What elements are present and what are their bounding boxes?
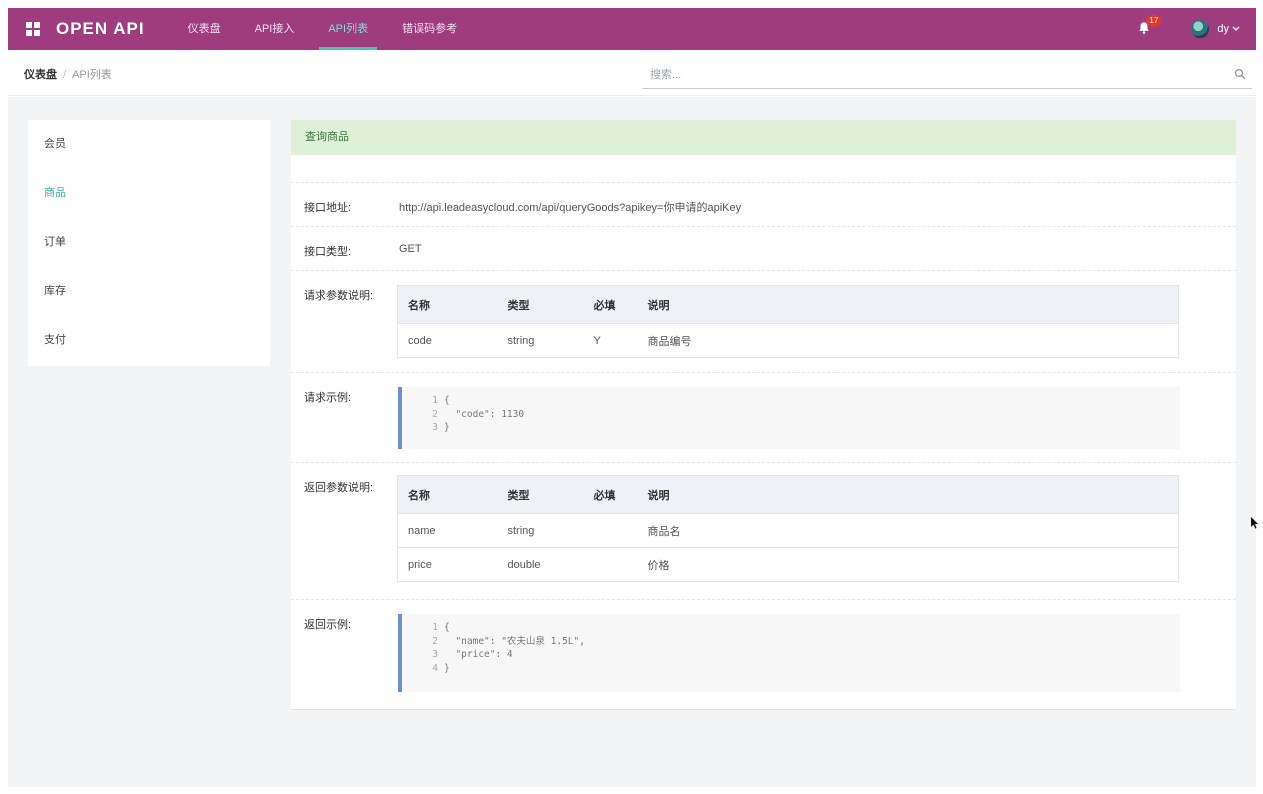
- chevron-down-icon: [1232, 26, 1240, 31]
- breadcrumb: 仪表盘 / API列表: [24, 66, 112, 82]
- code-line: 2 "name": "农夫山泉 1.5L",: [432, 635, 585, 647]
- category-orders[interactable]: 订单: [28, 218, 270, 267]
- col-desc: 说明: [637, 475, 1179, 514]
- response-params-row: 返回参数说明: 名称 类型 必填 说明 name string 商品名 pric…: [291, 463, 1236, 600]
- cell-type: double: [497, 547, 584, 582]
- response-params-table: 名称 类型 必填 说明 name string 商品名 price double…: [397, 475, 1179, 582]
- table-row: code string Y 商品编号: [397, 323, 1179, 358]
- method-label: 接口类型:: [304, 246, 352, 258]
- url-value: http://api.leadeasycloud.com/api/queryGo…: [399, 202, 742, 214]
- cell-name: code: [397, 323, 498, 358]
- breadcrumb-home[interactable]: 仪表盘: [24, 69, 57, 81]
- table-header-row: 名称 类型 必填 说明: [397, 475, 1179, 514]
- nav-api-access[interactable]: API接入: [238, 8, 312, 50]
- search-input[interactable]: [642, 63, 1222, 87]
- apps-grid-icon[interactable]: [26, 22, 40, 36]
- category-member[interactable]: 会员: [28, 120, 270, 169]
- nav-dashboard[interactable]: 仪表盘: [171, 8, 238, 50]
- col-type: 类型: [497, 285, 584, 324]
- table-row: price double 价格: [397, 547, 1179, 582]
- category-inventory[interactable]: 库存: [28, 267, 270, 316]
- col-type: 类型: [497, 475, 584, 514]
- cell-required: [583, 513, 638, 548]
- cell-type: string: [497, 323, 584, 358]
- url-row: 接口地址: http://api.leadeasycloud.com/api/q…: [291, 183, 1236, 227]
- cell-desc: 商品名: [637, 513, 1179, 548]
- cell-name: name: [397, 513, 498, 548]
- main-nav: 仪表盘 API接入 API列表 错误码参考: [171, 8, 474, 50]
- response-params-label: 返回参数说明:: [304, 482, 374, 494]
- code-line: 3 "price": 4: [432, 649, 513, 660]
- search-box: [642, 63, 1252, 89]
- response-example-code: 1{ 2 "name": "农夫山泉 1.5L", 3 "price": 4 4…: [398, 614, 1180, 692]
- top-right-tools: 17 dy: [1137, 8, 1256, 50]
- col-required: 必填: [583, 475, 638, 514]
- method-row: 接口类型: GET: [291, 227, 1236, 271]
- cell-required: [583, 547, 638, 582]
- breadcrumb-current: API列表: [72, 69, 112, 81]
- top-navbar: OPEN API 仪表盘 API接入 API列表 错误码参考 17 dy: [8, 8, 1256, 50]
- main-content: 会员 商品 订单 库存 支付 查询商品 接口地址: http://api.lea…: [8, 97, 1256, 787]
- col-name: 名称: [397, 475, 498, 514]
- request-params-row: 请求参数说明: 名称 类型 必填 说明 code string Y 商品编号: [291, 271, 1236, 373]
- category-menu: 会员 商品 订单 库存 支付: [28, 120, 270, 366]
- method-value: GET: [399, 243, 422, 255]
- request-example-code: 1{ 2 "code": 1130 3}: [398, 387, 1180, 449]
- col-required: 必填: [583, 285, 638, 324]
- notification-badge: 17: [1146, 15, 1162, 27]
- cell-desc: 价格: [637, 547, 1179, 582]
- request-example-label: 请求示例:: [304, 392, 352, 404]
- mouse-cursor-icon: [1251, 517, 1259, 529]
- category-goods[interactable]: 商品: [28, 169, 270, 218]
- brand-logo[interactable]: OPEN API: [56, 19, 145, 39]
- code-line: 1{: [432, 622, 450, 633]
- table-header-row: 名称 类型 必填 说明: [397, 285, 1179, 324]
- cell-desc: 商品编号: [637, 323, 1179, 358]
- col-name: 名称: [397, 285, 498, 324]
- request-params-table: 名称 类型 必填 说明 code string Y 商品编号: [397, 285, 1179, 358]
- cell-name: price: [397, 547, 498, 582]
- response-example-row: 返回示例: 1{ 2 "name": "农夫山泉 1.5L", 3 "price…: [291, 600, 1236, 704]
- nav-api-list[interactable]: API列表: [311, 8, 385, 50]
- category-payment[interactable]: 支付: [28, 316, 270, 365]
- search-icon[interactable]: [1234, 68, 1246, 80]
- cell-required: Y: [583, 323, 638, 358]
- cell-type: string: [497, 513, 584, 548]
- request-params-label: 请求参数说明:: [304, 290, 374, 302]
- request-example-row: 请求示例: 1{ 2 "code": 1130 3}: [291, 373, 1236, 463]
- url-label: 接口地址:: [304, 202, 352, 214]
- api-detail-panel: 查询商品 接口地址: http://api.leadeasycloud.com/…: [291, 120, 1236, 710]
- response-example-label: 返回示例:: [304, 619, 352, 631]
- notification-button[interactable]: 17: [1137, 15, 1162, 37]
- code-line: 2 "code": 1130: [432, 408, 525, 420]
- spacer-row: [291, 155, 1236, 183]
- code-line: 3}: [432, 422, 450, 433]
- breadcrumb-separator: /: [63, 69, 67, 81]
- user-name: dy: [1217, 23, 1229, 35]
- table-row: name string 商品名: [397, 513, 1179, 548]
- code-line: 4}: [432, 662, 450, 674]
- nav-error-codes[interactable]: 错误码参考: [385, 8, 474, 50]
- breadcrumb-bar: 仪表盘 / API列表: [8, 50, 1256, 96]
- user-menu[interactable]: dy: [1217, 23, 1240, 35]
- avatar[interactable]: [1191, 20, 1210, 38]
- col-desc: 说明: [637, 285, 1179, 324]
- code-line: 1{: [432, 395, 450, 406]
- panel-title: 查询商品: [291, 120, 1236, 155]
